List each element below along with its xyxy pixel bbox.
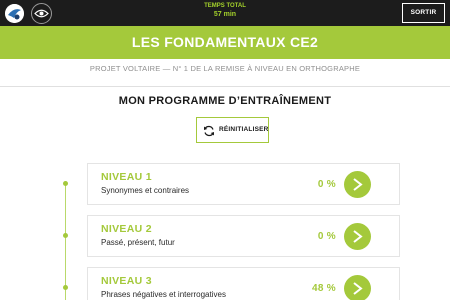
total-time: TEMPS TOTAL 57 min — [180, 3, 270, 19]
level-progress: 48 % — [312, 283, 336, 294]
divider — [0, 86, 450, 87]
level-3-go-button[interactable] — [344, 275, 371, 300]
level-2-go-button[interactable] — [344, 223, 371, 250]
level-name: NIVEAU 2 — [101, 223, 152, 235]
app-logo-icon[interactable] — [5, 4, 24, 23]
level-description: Synonymes et contraires — [101, 186, 190, 195]
level-card-1[interactable]: NIVEAU 1 Synonymes et contraires 0 % — [87, 163, 400, 205]
refresh-icon — [204, 125, 214, 137]
chevron-right-icon — [353, 230, 363, 243]
chevron-right-icon — [353, 178, 363, 191]
level-description: Phrases négatives et interrogatives — [101, 290, 226, 299]
timeline-line — [65, 183, 66, 300]
eye-icon[interactable] — [31, 3, 52, 24]
total-time-value: 57 min — [213, 11, 237, 18]
level-name: NIVEAU 1 — [101, 171, 152, 183]
level-description: Passé, présent, futur — [101, 238, 175, 247]
level-card-2[interactable]: NIVEAU 2 Passé, présent, futur 0 % — [87, 215, 400, 257]
title-band: LES FONDAMENTAUX CE2 — [0, 26, 450, 59]
reset-button[interactable]: RÉINITIALISER — [196, 117, 269, 143]
quit-button[interactable]: SORTIR — [402, 3, 445, 23]
timeline-dot-2 — [63, 233, 68, 238]
top-bar: TEMPS TOTAL 57 min SORTIR — [0, 0, 450, 26]
page-subtitle: PROJET VOLTAIRE — N° 1 DE LA REMISE À NI… — [89, 64, 361, 73]
level-progress: 0 % — [317, 231, 336, 242]
timeline-dot-1 — [63, 181, 68, 186]
page-title: LES FONDAMENTAUX CE2 — [131, 34, 319, 50]
level-1-go-button[interactable] — [344, 171, 371, 198]
level-card-3[interactable]: NIVEAU 3 Phrases négatives et interrogat… — [87, 267, 400, 300]
chevron-right-icon — [353, 282, 363, 295]
program-title: MON PROGRAMME D’ENTRAÎNEMENT — [118, 95, 332, 107]
level-name: NIVEAU 3 — [101, 275, 152, 287]
level-progress: 0 % — [317, 179, 336, 190]
total-time-label: TEMPS TOTAL — [204, 3, 246, 9]
timeline-dot-3 — [63, 285, 68, 290]
reset-label: RÉINITIALISER — [219, 126, 269, 133]
